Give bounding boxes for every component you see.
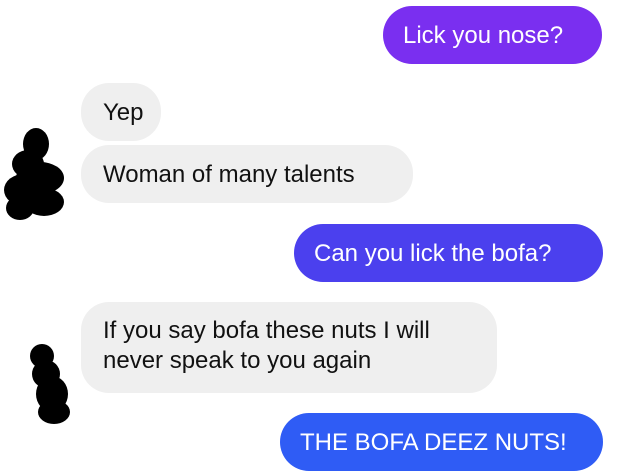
outgoing-message[interactable]: Lick you nose? — [383, 6, 602, 64]
incoming-message[interactable]: Yep — [81, 83, 161, 141]
redacted-avatar-icon — [30, 344, 70, 424]
chat-thread: Lick you nose? Yep Woman of many talents… — [0, 0, 640, 471]
incoming-message[interactable]: Woman of many talents — [81, 145, 413, 203]
incoming-message[interactable]: If you say bofa these nuts I will never … — [81, 302, 497, 393]
outgoing-message[interactable]: THE BOFA DEEZ NUTS! — [280, 413, 603, 471]
redacted-avatar-icon — [4, 128, 64, 220]
outgoing-message[interactable]: Can you lick the bofa? — [294, 224, 603, 282]
